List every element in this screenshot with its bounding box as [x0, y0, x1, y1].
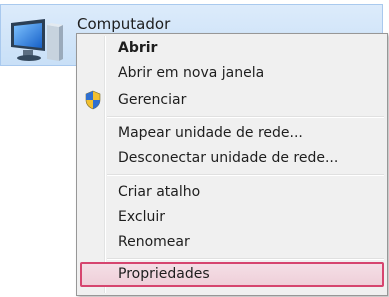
menu-separator: [107, 258, 384, 260]
computer-icon: [11, 19, 63, 61]
menu-separator: [107, 174, 384, 176]
menu-item-excluir[interactable]: Excluir: [79, 206, 385, 228]
menu-item-propriedades[interactable]: Propriedades: [79, 263, 385, 285]
menu-item-gerenciar[interactable]: Gerenciar: [79, 89, 385, 111]
menu-item-desconectar-unidade[interactable]: Desconectar unidade de rede...: [79, 147, 385, 169]
context-menu: Abrir Abrir em nova janela Gerenciar Map…: [76, 33, 388, 296]
menu-item-abrir[interactable]: Abrir: [79, 37, 385, 59]
menu-item-renomear[interactable]: Renomear: [79, 231, 385, 253]
desktop-item-label: Computador: [77, 15, 171, 33]
menu-item-abrir-nova-janela[interactable]: Abrir em nova janela: [79, 62, 385, 84]
menu-item-criar-atalho[interactable]: Criar atalho: [79, 181, 385, 203]
menu-item-mapear-unidade[interactable]: Mapear unidade de rede...: [79, 122, 385, 144]
menu-separator: [107, 116, 384, 118]
